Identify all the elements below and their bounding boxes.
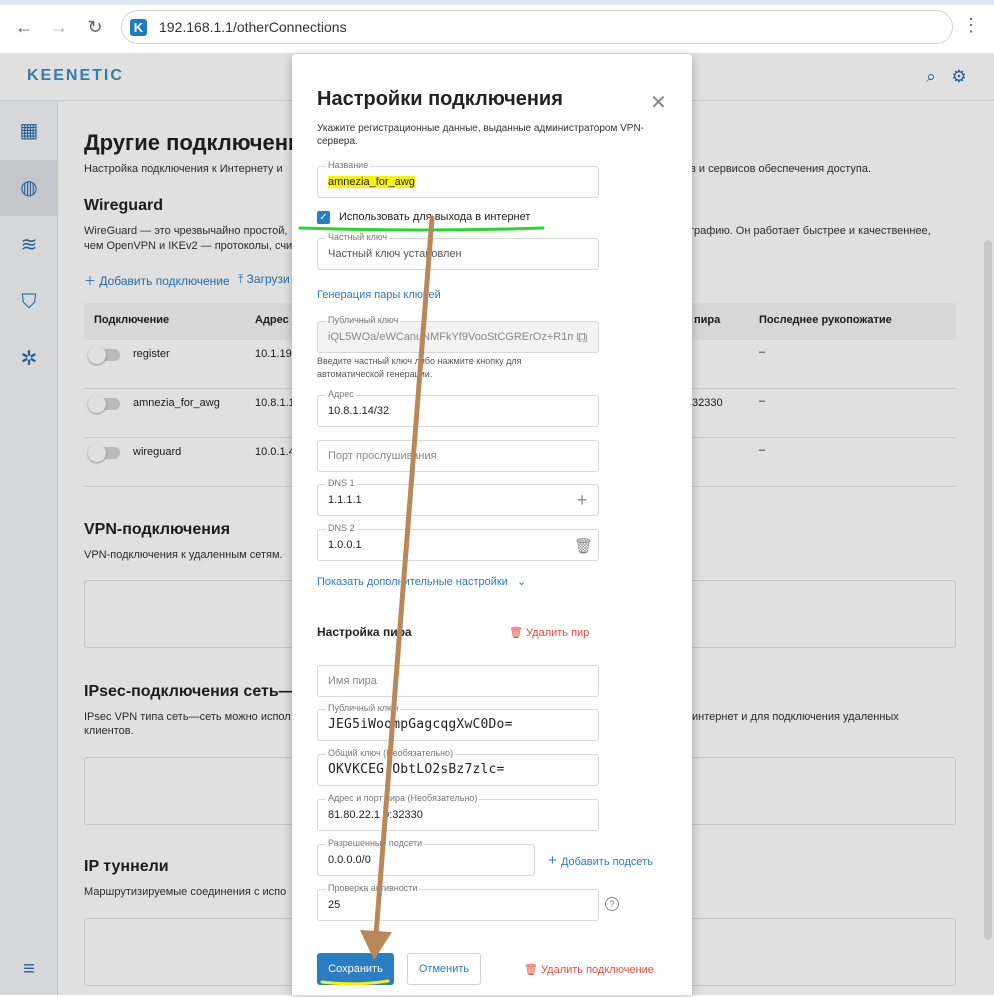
close-icon[interactable]: ✕	[650, 90, 667, 115]
public-key-field: Публичный ключ iQL5WOa/eWCanuNMFkYf9VooS…	[317, 315, 599, 353]
dns1-label: DNS 1	[326, 478, 357, 488]
kebab-menu-icon[interactable]: ⋮	[962, 15, 980, 36]
dns1-value: 1.1.1.1	[328, 494, 362, 506]
dialog-title: Настройки подключения	[317, 88, 563, 110]
keepalive-label: Проверка активности	[326, 883, 420, 893]
listen-port-placeholder: Порт прослушивания	[328, 450, 437, 462]
generate-keys-link[interactable]: Генерация пары ключей	[317, 289, 441, 301]
page-scrollbar[interactable]	[984, 240, 992, 940]
peer-section-title: Настройка пира	[317, 625, 412, 639]
preshared-key-value: OKVKCEG ObtLO2sBz7zlc=	[328, 762, 505, 777]
site-favicon-icon: K	[130, 19, 147, 36]
public-key-hint: Введите частный ключ либо нажмите кнопку…	[317, 356, 522, 379]
preshared-key-label: Общий ключ (Необязательно)	[326, 748, 456, 758]
copy-icon[interactable]: ⧉	[574, 329, 590, 346]
address-value: 10.8.1.14/32	[328, 405, 390, 417]
listen-port-field[interactable]: Порт прослушивания	[317, 440, 599, 472]
dns2-value: 1.0.0.1	[328, 539, 362, 551]
keepalive-field[interactable]: Проверка активности 25	[317, 883, 599, 921]
help-icon[interactable]: ?	[605, 897, 619, 911]
browser-toolbar: ← → ↻ K 192.168.1.1/otherConnections ⋮	[0, 0, 994, 54]
connection-settings-dialog: Настройки подключения ✕ Укажите регистра…	[292, 54, 692, 995]
allowed-subnets-field[interactable]: Разрешенные подсети 0.0.0.0/0	[317, 838, 535, 876]
save-button[interactable]: Сохранить	[317, 953, 394, 985]
name-label: Название	[326, 160, 371, 170]
peer-public-key-field[interactable]: Публичный ключ JEG5iWoompGagcqgXwC0Do=	[317, 703, 599, 741]
keepalive-value: 25	[328, 899, 341, 911]
private-key-label: Частный ключ	[326, 232, 390, 242]
peer-public-key-value: JEG5iWoompGagcqgXwC0Do=	[328, 717, 513, 732]
address-field[interactable]: Адрес 10.8.1.14/32	[317, 389, 599, 427]
cancel-button[interactable]: Отменить	[407, 953, 481, 985]
peer-public-key-label: Публичный ключ	[326, 703, 401, 713]
trash-icon: 🗑	[524, 964, 542, 976]
name-field[interactable]: Название amnezia_for_awg	[317, 160, 599, 198]
delete-peer-button[interactable]: 🗑 Удалить пир	[509, 626, 589, 639]
endpoint-field[interactable]: Адрес и порт пира (Необязательно) 81.80.…	[317, 793, 599, 831]
address-label: Адрес	[326, 389, 356, 399]
dns1-field[interactable]: DNS 1 1.1.1.1 +	[317, 478, 599, 516]
public-key-value: iQL5WOa/eWCanuNMFkYf9VooStCGRErOz+R1m	[328, 331, 573, 343]
url-text[interactable]: 192.168.1.1/otherConnections	[159, 19, 347, 35]
trash-icon: 🗑	[509, 627, 527, 639]
allowed-subnets-value: 0.0.0.0/0	[328, 854, 371, 866]
add-subnet-button[interactable]: + Добавить подсеть	[548, 852, 653, 869]
private-key-value: Частный ключ установлен	[328, 248, 462, 260]
reload-icon[interactable]: ↻	[83, 15, 107, 39]
peer-name-field[interactable]: Имя пира	[317, 665, 599, 697]
peer-name-placeholder: Имя пира	[328, 675, 377, 687]
plus-icon[interactable]: +	[574, 490, 590, 511]
use-internet-checkbox[interactable]: ✓	[317, 211, 330, 224]
window-top-band	[0, 0, 994, 5]
public-key-label: Публичный ключ	[326, 315, 401, 325]
dns2-field[interactable]: DNS 2 1.0.0.1 🗑	[317, 523, 599, 561]
arrow-right-icon[interactable]: →	[47, 15, 71, 39]
plus-icon: +	[548, 852, 561, 869]
address-bar[interactable]: K 192.168.1.1/otherConnections	[121, 10, 953, 44]
allowed-subnets-label: Разрешенные подсети	[326, 838, 425, 848]
use-internet-label[interactable]: Использовать для выхода в интернет	[339, 211, 530, 223]
advanced-settings-link[interactable]: Показать дополнительные настройки ⌄	[317, 575, 526, 588]
trash-icon[interactable]: 🗑	[574, 537, 593, 555]
arrow-left-icon[interactable]: ←	[12, 15, 36, 39]
delete-connection-button[interactable]: 🗑 Удалить подключение	[524, 963, 654, 976]
private-key-field[interactable]: Частный ключ Частный ключ установлен	[317, 232, 599, 270]
chevron-down-icon: ⌄	[516, 576, 527, 588]
dialog-subtitle: Укажите регистрационные данные, выданные…	[317, 123, 645, 147]
preshared-key-field[interactable]: Общий ключ (Необязательно) OKVKCEG ObtLO…	[317, 748, 599, 786]
dns2-label: DNS 2	[326, 523, 357, 533]
endpoint-value: 81.80.22.1 0:32330	[328, 809, 423, 821]
endpoint-label: Адрес и порт пира (Необязательно)	[326, 793, 480, 803]
name-value: amnezia_for_awg	[328, 176, 415, 188]
